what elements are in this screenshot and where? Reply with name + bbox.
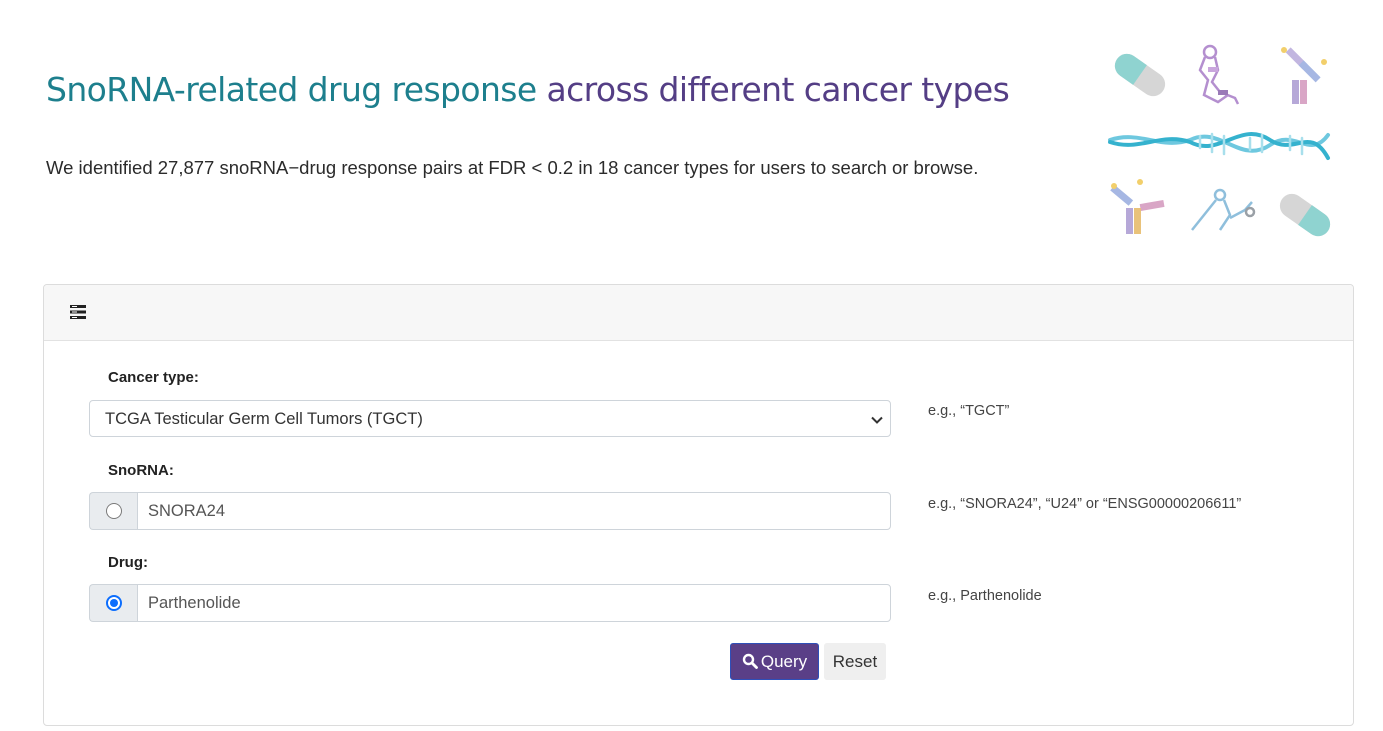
antibody-icon [1110,179,1165,234]
molecular-illustration [1108,44,1331,237]
drug-radio[interactable] [105,595,122,611]
rna-hairpin-icon [1198,44,1240,105]
capsule-icon [1279,193,1331,237]
snorna-radio-wrapper [89,492,137,530]
snorna-input[interactable]: SNORA24 [137,492,891,530]
reset-button[interactable]: Reset [824,643,886,680]
query-button-label: Query [760,652,808,671]
chevron-down-icon [871,416,883,424]
antibody-icon [1281,47,1327,104]
dna-helix-icon [1108,132,1330,160]
search-icon [742,653,758,669]
snorna-input-group: SNORA24 [89,492,891,530]
list-icon [70,305,86,319]
drug-radio-wrapper [89,584,137,622]
rna-strand-icon [1191,188,1256,231]
search-card: Cancer type: TCGA Testicular Germ Cell T… [43,284,1354,726]
cancer-type-selected: TCGA Testicular Germ Cell Tumors (TGCT) [105,410,423,428]
snorna-hint: e.g., “SNORA24”, “U24” or “ENSG000002066… [928,496,1242,512]
snorna-radio[interactable] [105,503,122,519]
capsule-icon [1114,53,1166,97]
title-highlight: SnoRNA-related drug response [46,70,537,109]
drug-label: Drug: [108,554,148,571]
drug-hint: e.g., Parthenolide [928,588,1042,604]
cancer-type-hint: e.g., “TGCT” [928,403,1010,419]
page-subtitle: We identified 27,877 snoRNA−drug respons… [46,157,979,178]
query-button[interactable]: Query [730,643,819,680]
title-rest: across different cancer types [536,70,1010,109]
snorna-label: SnoRNA: [108,462,174,479]
drug-input[interactable]: Parthenolide [137,584,891,622]
cancer-type-select[interactable]: TCGA Testicular Germ Cell Tumors (TGCT) [89,400,891,437]
drug-input-group: Parthenolide [89,584,891,622]
page-title: SnoRNA-related drug response across diff… [46,70,1010,109]
cancer-type-label: Cancer type: [108,369,199,386]
card-header [44,285,1353,341]
